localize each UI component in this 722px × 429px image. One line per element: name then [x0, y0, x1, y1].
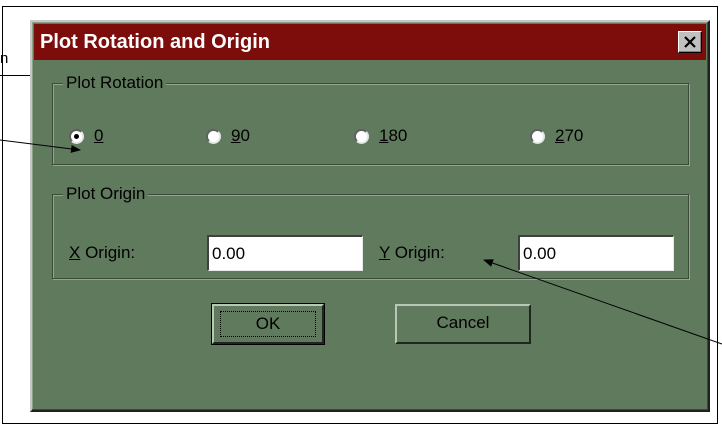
plot-rotation-dialog: Plot Rotation and Origin Plot Rotation 0… [30, 20, 710, 412]
ok-button[interactable]: OK [211, 303, 325, 345]
radio-button-90[interactable] [206, 128, 221, 144]
radio-button-180[interactable] [354, 128, 369, 144]
plot-rotation-group-label: Plot Rotation [63, 73, 167, 93]
radio-button-270[interactable] [530, 128, 545, 144]
cancel-button[interactable]: Cancel [395, 304, 531, 344]
radio-label-90: 90 [231, 126, 250, 145]
y-origin-input[interactable] [518, 235, 674, 271]
x-origin-input[interactable] [207, 235, 363, 271]
dialog-titlebar[interactable]: Plot Rotation and Origin [34, 24, 706, 60]
radio-button-0[interactable] [69, 128, 84, 144]
dialog-title: Plot Rotation and Origin [40, 31, 270, 53]
plot-origin-group-label: Plot Origin [63, 184, 149, 204]
radio-label-180: 180 [379, 126, 408, 145]
radio-label-0: 0 [94, 126, 104, 145]
x-origin-label: X Origin: [69, 243, 136, 262]
radio-rotation-270[interactable]: 270 [530, 124, 583, 148]
plot-rotation-group: Plot Rotation 0 90 180 270 [52, 73, 689, 165]
radio-selected-dot [74, 133, 79, 139]
margin-text-fragment: n [0, 50, 9, 67]
margin-rule [0, 75, 30, 76]
ok-focus-rect: OK [220, 311, 316, 337]
close-button[interactable] [678, 31, 702, 53]
plot-origin-group: Plot Origin X Origin: Y Origin: [52, 184, 689, 279]
radio-rotation-0[interactable]: 0 [69, 124, 103, 148]
y-origin-label: Y Origin: [379, 243, 445, 262]
radio-label-270: 270 [555, 126, 584, 145]
close-icon [684, 36, 696, 48]
radio-rotation-180[interactable]: 180 [354, 124, 407, 148]
radio-rotation-90[interactable]: 90 [206, 124, 250, 148]
